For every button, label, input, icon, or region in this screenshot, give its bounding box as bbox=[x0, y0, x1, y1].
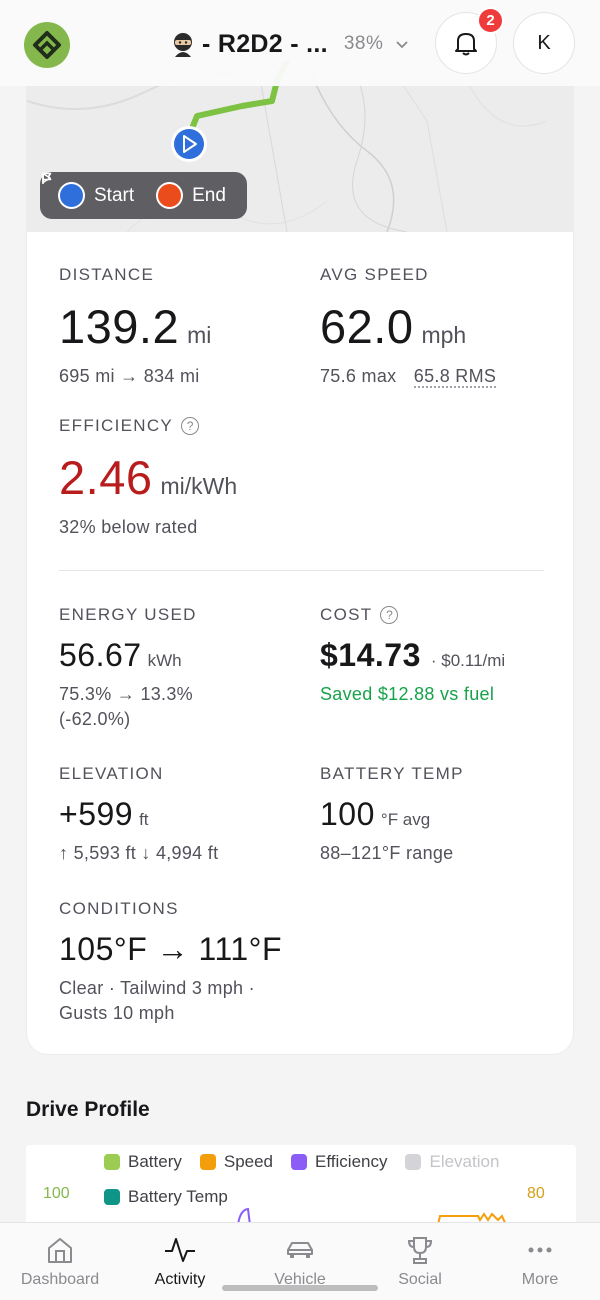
chevron-down-icon bbox=[396, 41, 409, 49]
logo-icon bbox=[33, 31, 61, 59]
conditions-weather: Clear · Tailwind 3 mph · bbox=[59, 978, 255, 998]
elevation-unit: ft bbox=[139, 810, 149, 829]
legend-battery[interactable]: Battery bbox=[104, 1152, 182, 1172]
more-dots-icon bbox=[528, 1247, 552, 1253]
efficiency-help-icon[interactable]: ? bbox=[181, 417, 200, 435]
map-legend: Start End bbox=[40, 172, 247, 219]
trip-summary-card: Start End DISTANCE 139.2 mi 695 mi → 834 … bbox=[26, 60, 574, 1055]
distance-label: DISTANCE bbox=[59, 265, 155, 284]
efficiency-swatch bbox=[291, 1154, 308, 1170]
car-icon bbox=[287, 1242, 313, 1258]
nav-social[interactable]: Social bbox=[360, 1223, 480, 1300]
right-axis-top-tick: 80 bbox=[527, 1185, 545, 1202]
flag-icon bbox=[42, 172, 184, 209]
legend-end-label: End bbox=[192, 184, 226, 206]
conditions-gusts: Gusts 10 mph bbox=[59, 1003, 175, 1023]
user-avatar-button[interactable]: K bbox=[513, 12, 575, 74]
distance-stat: DISTANCE 139.2 mi 695 mi → 834 mi bbox=[59, 265, 211, 389]
app-logo[interactable] bbox=[24, 22, 70, 68]
energy-used-stat: ENERGY USED 56.67 kWh 75.3% → 13.3% (-62.… bbox=[59, 605, 197, 732]
battery-temp-range: 88–121°F range bbox=[320, 843, 454, 863]
home-indicator bbox=[222, 1285, 378, 1291]
soc-range: 75.3% → 13.3% bbox=[59, 684, 193, 704]
cost-help-icon[interactable]: ? bbox=[380, 606, 399, 624]
cost-per-mile: · $0.11/mi bbox=[430, 651, 506, 670]
elevation-gain-loss: ↑ 5,593 ft ↓ 4,994 ft bbox=[59, 843, 219, 863]
legend-efficiency[interactable]: Efficiency bbox=[291, 1152, 387, 1172]
elevation-swatch bbox=[405, 1154, 422, 1170]
legend-elevation[interactable]: Elevation bbox=[405, 1152, 499, 1172]
efficiency-rated-compare: 32% below rated bbox=[59, 517, 198, 537]
vehicle-selector[interactable]: - R2D2 - ... 38% bbox=[170, 24, 409, 64]
home-icon bbox=[48, 1238, 72, 1263]
route-map[interactable]: Start End bbox=[27, 61, 573, 232]
conditions-stat: CONDITIONS 105°F → 111°F Clear · Tailwin… bbox=[59, 899, 282, 1026]
conditions-temperature: 105°F → 111°F bbox=[59, 931, 282, 967]
rms-speed[interactable]: 65.8 RMS bbox=[413, 366, 497, 388]
nav-more-label: More bbox=[521, 1271, 559, 1288]
battery-temp-value: 100 bbox=[320, 796, 375, 832]
legend-speed[interactable]: Speed bbox=[199, 1152, 273, 1172]
energy-used-unit: kWh bbox=[147, 651, 182, 670]
ninja-avatar-icon bbox=[174, 33, 192, 57]
battery-temp-unit: °F avg bbox=[380, 810, 431, 829]
avg-speed-stat: AVG SPEED 62.0 mph 75.6 max 65.8 RMS bbox=[320, 265, 497, 389]
battery-swatch bbox=[104, 1154, 120, 1170]
speed-swatch bbox=[199, 1154, 216, 1170]
nav-dashboard-label: Dashboard bbox=[20, 1271, 100, 1288]
nav-activity-label: Activity bbox=[154, 1271, 206, 1288]
avg-speed-value: 62.0 bbox=[320, 300, 414, 353]
legend-start: Start bbox=[42, 172, 135, 209]
drive-profile-title: Drive Profile bbox=[26, 1098, 150, 1121]
elevation-label: ELEVATION bbox=[59, 764, 164, 783]
left-axis-top-tick: 100 bbox=[43, 1185, 70, 1202]
nav-dashboard[interactable]: Dashboard bbox=[0, 1223, 120, 1300]
elevation-value: +599 bbox=[59, 796, 134, 832]
cost-stat: COST ? $14.73 · $0.11/mi Saved $12.88 vs … bbox=[320, 605, 505, 707]
legend-start-label: Start bbox=[94, 184, 135, 206]
distance-unit: mi bbox=[187, 322, 212, 348]
soc-change: (-62.0%) bbox=[59, 709, 131, 729]
efficiency-stat: EFFICIENCY ? 2.46 mi/kWh 32% below rated bbox=[59, 416, 237, 540]
battery-temp-label: BATTERY TEMP bbox=[320, 764, 464, 783]
energy-used-label: ENERGY USED bbox=[59, 605, 197, 624]
vehicle-name: - R2D2 - ... bbox=[202, 29, 328, 58]
avg-speed-unit: mph bbox=[421, 322, 467, 348]
avg-speed-label: AVG SPEED bbox=[320, 265, 429, 284]
efficiency-label: EFFICIENCY bbox=[59, 416, 174, 435]
battery-percentage: 38% bbox=[343, 33, 384, 54]
app-header: - R2D2 - ... 38% 2 K bbox=[0, 0, 600, 86]
notification-badge: 2 bbox=[477, 7, 504, 34]
chart-legend: Battery Speed Efficiency Elevation bbox=[104, 1152, 499, 1172]
nav-more[interactable]: More bbox=[480, 1223, 600, 1300]
conditions-label: CONDITIONS bbox=[59, 899, 179, 918]
trophy-icon bbox=[407, 1237, 433, 1264]
distance-value: 139.2 bbox=[59, 300, 180, 353]
chart-legend-row-2: Battery Temp bbox=[104, 1187, 228, 1207]
energy-used-value: 56.67 bbox=[59, 637, 142, 673]
fuel-savings: Saved $12.88 vs fuel bbox=[320, 684, 495, 704]
cost-label: COST bbox=[320, 605, 373, 624]
odometer-range: 695 mi → 834 mi bbox=[59, 366, 200, 386]
elevation-stat: ELEVATION +599 ft ↑ 5,593 ft ↓ 4,994 ft bbox=[59, 764, 218, 866]
efficiency-value: 2.46 bbox=[59, 451, 153, 504]
legend-battery-temp[interactable]: Battery Temp bbox=[104, 1187, 228, 1207]
legend-end: End bbox=[42, 172, 226, 209]
start-marker-icon bbox=[42, 172, 85, 209]
max-speed: 75.6 max bbox=[320, 366, 397, 386]
bell-icon bbox=[455, 33, 477, 56]
battery-temp-stat: BATTERY TEMP 100 °F avg 88–121°F range bbox=[320, 764, 464, 866]
efficiency-unit: mi/kWh bbox=[160, 473, 238, 499]
activity-pulse-icon bbox=[165, 1238, 195, 1262]
battery-temp-swatch bbox=[104, 1189, 120, 1205]
stats-divider bbox=[59, 570, 544, 571]
nav-social-label: Social bbox=[398, 1271, 442, 1288]
cost-value: $14.73 bbox=[320, 637, 421, 673]
